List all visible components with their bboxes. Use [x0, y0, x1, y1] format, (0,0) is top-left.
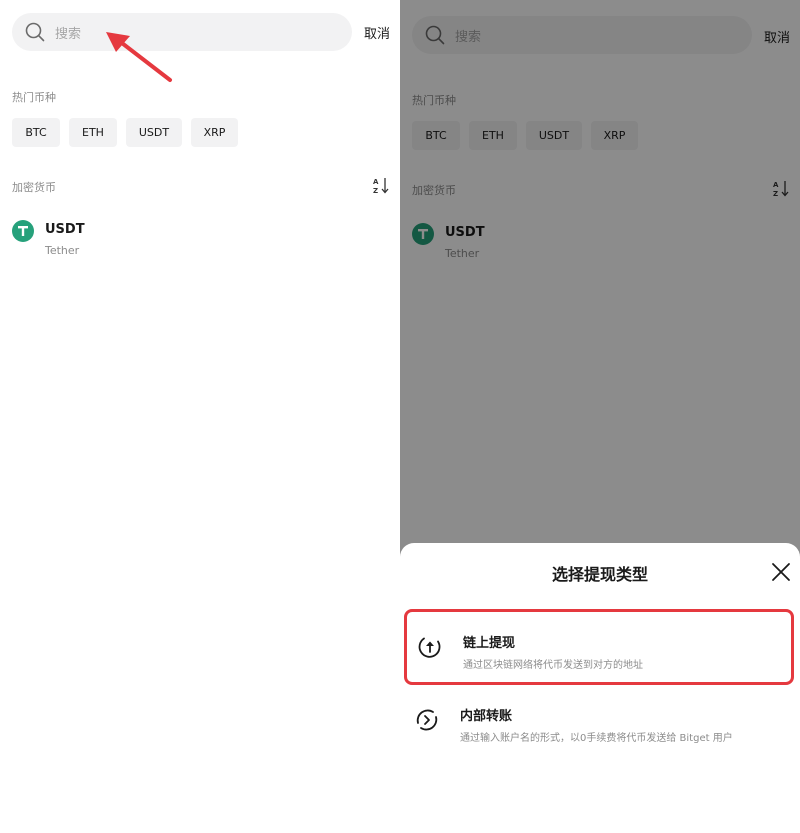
close-icon[interactable]	[770, 561, 792, 583]
upload-circle-icon	[418, 637, 441, 658]
tether-logo-icon	[12, 220, 34, 242]
chip-usdt[interactable]: USDT	[126, 118, 182, 147]
sheet-title: 选择提现类型	[551, 565, 648, 584]
annotation-arrow-icon	[106, 32, 172, 82]
option-description: 通过输入账户名的形式，以0手续费将代币发送给 Bitget 用户	[460, 733, 733, 744]
withdraw-type-sheet: 选择提现类型 链上提现 通过区块链网络将代币发送到对方的地址 内部转账 通过输入…	[400, 543, 800, 833]
svg-text:A: A	[373, 178, 379, 186]
chip-btc[interactable]: BTC	[12, 118, 60, 147]
az-sort-icon[interactable]: A Z	[373, 177, 389, 194]
coin-search-screen: 搜索 取消 热门币种 BTC ETH USDT XRP 加密货币 A Z USD…	[0, 0, 400, 833]
chip-eth[interactable]: ETH	[69, 118, 117, 147]
option-title: 链上提现	[463, 636, 516, 651]
search-icon	[25, 22, 45, 42]
option-internal-transfer[interactable]: 内部转账 通过输入账户名的形式，以0手续费将代币发送给 Bitget 用户	[404, 685, 794, 761]
coin-symbol: USDT	[45, 222, 85, 237]
crypto-section-label: 加密货币	[12, 181, 56, 194]
cancel-button[interactable]: 取消	[364, 23, 390, 42]
coin-row-usdt[interactable]: USDT Tether	[0, 212, 400, 264]
hot-coins-label: 热门币种	[12, 91, 56, 104]
coin-name: Tether	[45, 244, 80, 257]
search-input[interactable]: 搜索	[55, 23, 81, 42]
svg-text:Z: Z	[373, 187, 378, 194]
chip-xrp[interactable]: XRP	[191, 118, 238, 147]
option-description: 通过区块链网络将代币发送到对方的地址	[463, 660, 643, 671]
withdraw-type-screen: 搜索 取消 热门币种 BTC ETH USDT XRP 加密货币 A Z USD…	[400, 0, 800, 833]
option-title: 内部转账	[460, 709, 513, 724]
option-onchain-withdraw[interactable]: 链上提现 通过区块链网络将代币发送到对方的地址	[404, 609, 794, 685]
transfer-circle-icon	[416, 709, 438, 731]
search-bar[interactable]: 搜索	[12, 13, 352, 51]
